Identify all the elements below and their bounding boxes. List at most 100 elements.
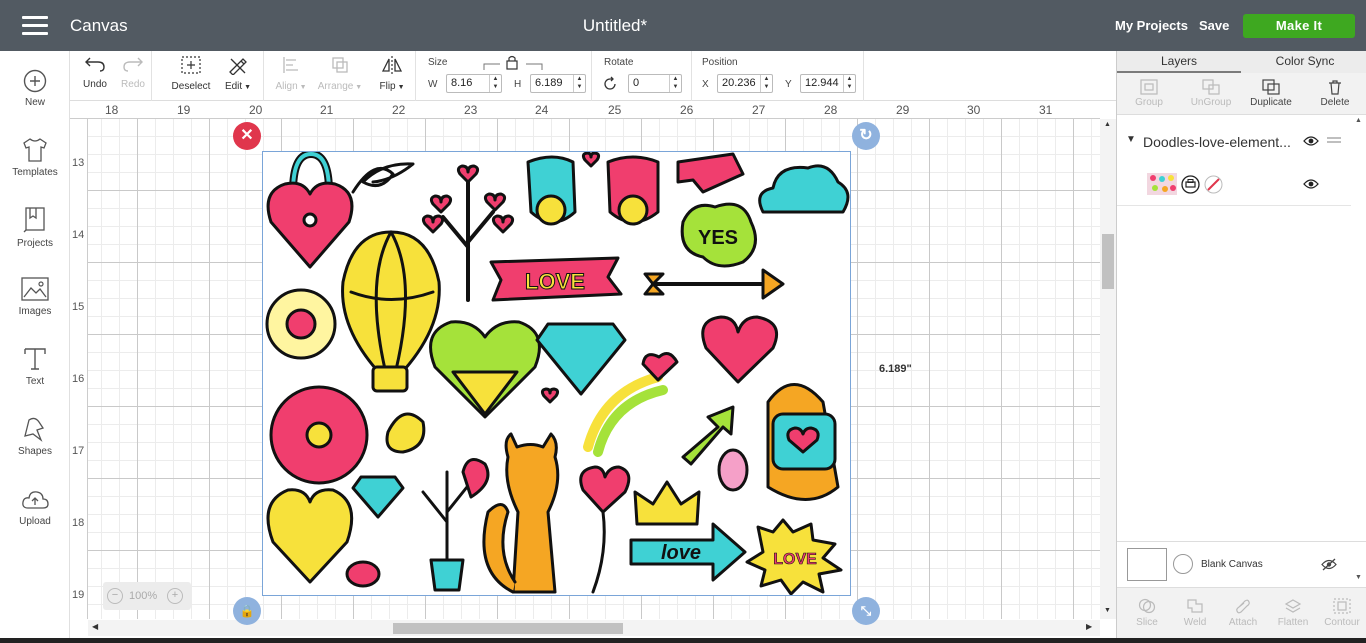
tab-layers[interactable]: Layers bbox=[1117, 51, 1241, 73]
edit-tools-icon bbox=[229, 58, 247, 75]
x-position-stepper[interactable]: ▲ ▼ bbox=[760, 75, 772, 92]
rotate-caption: Rotate bbox=[604, 57, 634, 68]
y-position-stepper[interactable]: ▲ ▼ bbox=[843, 75, 855, 92]
ruler-top: 18 19 20 21 22 23 24 25 26 27 28 29 30 3… bbox=[70, 101, 1100, 119]
sidebar-label-new: New bbox=[24, 97, 45, 108]
selected-doodle-image[interactable]: LOVE YES love LOVE bbox=[262, 150, 851, 596]
tshirt-icon bbox=[23, 138, 47, 162]
sidebar-item-shapes[interactable]: Shapes bbox=[0, 416, 70, 457]
weld-label: Weld bbox=[1183, 617, 1207, 628]
duplicate-icon bbox=[1262, 79, 1280, 95]
rotate-handle-icon[interactable]: ↻ bbox=[852, 122, 880, 150]
zoom-in-button[interactable]: + bbox=[167, 588, 183, 604]
deselect-button[interactable]: Deselect bbox=[170, 55, 212, 92]
flip-button[interactable]: Flip ▼ bbox=[374, 55, 410, 92]
layer-group-row[interactable]: ▼ Doodles-love-element... bbox=[1117, 123, 1366, 161]
scroll-down-arrow-icon[interactable]: ▼ bbox=[1104, 607, 1111, 614]
layers-panel: Layers Color Sync Group UnGroup Duplicat… bbox=[1116, 51, 1366, 643]
sidebar-item-images[interactable]: Images bbox=[0, 276, 70, 317]
panel-scroll-up-icon[interactable]: ▲ bbox=[1355, 117, 1362, 124]
sidebar-item-new[interactable]: New bbox=[0, 69, 70, 108]
position-caption: Position bbox=[702, 57, 738, 68]
drag-handle-icon[interactable] bbox=[1327, 136, 1341, 144]
zoom-level: 100% bbox=[129, 590, 158, 602]
canvas-color-picker[interactable] bbox=[1173, 554, 1193, 574]
collapse-caret-icon[interactable]: ▼ bbox=[1126, 134, 1136, 145]
y-position-input[interactable]: 12.944 ▲ ▼ bbox=[800, 74, 856, 93]
scroll-up-arrow-icon[interactable]: ▲ bbox=[1104, 121, 1111, 128]
height-input[interactable]: 6.189 ▲ ▼ bbox=[530, 74, 586, 93]
tab-color-sync[interactable]: Color Sync bbox=[1243, 51, 1366, 73]
sidebar-label-projects: Projects bbox=[16, 238, 54, 249]
scroll-left-arrow-icon[interactable]: ◀ bbox=[92, 622, 98, 631]
lock-handle-icon[interactable]: 🔒 bbox=[233, 597, 261, 625]
contour-button[interactable]: Contour bbox=[1321, 598, 1363, 628]
resize-handle-icon[interactable]: ⤡ bbox=[852, 597, 880, 625]
lock-aspect-icon[interactable] bbox=[482, 55, 544, 71]
rotate-input[interactable]: 0 ▲ ▼ bbox=[628, 74, 682, 93]
ruler-top-label: 25 bbox=[608, 103, 622, 117]
left-sidebar: New Templates Projects Images Text Shape… bbox=[0, 51, 70, 643]
panel-scrollbar[interactable]: ▲ ▼ bbox=[1351, 115, 1366, 587]
horizontal-scroll-thumb[interactable] bbox=[393, 623, 623, 634]
rotate-stepper[interactable]: ▲ ▼ bbox=[669, 75, 681, 92]
zoom-out-button[interactable]: − bbox=[107, 588, 123, 604]
ruler-left-label: 18 bbox=[72, 517, 85, 529]
duplicate-button[interactable]: Duplicate bbox=[1249, 79, 1293, 108]
eye-icon[interactable] bbox=[1303, 178, 1319, 190]
vertical-scroll-thumb[interactable] bbox=[1102, 234, 1114, 289]
rotate-value: 0 bbox=[633, 77, 640, 89]
sidebar-item-projects[interactable]: Projects bbox=[0, 206, 70, 249]
redo-button[interactable]: Redo bbox=[118, 55, 148, 90]
ruler-left-label: 16 bbox=[72, 373, 85, 385]
eye-icon[interactable] bbox=[1303, 135, 1319, 147]
group-label: Group bbox=[1135, 97, 1163, 108]
delete-handle-icon[interactable]: ✕ bbox=[233, 122, 261, 150]
align-button[interactable]: Align ▼ bbox=[272, 55, 310, 92]
panel-tabs: Layers Color Sync bbox=[1117, 51, 1366, 73]
group-button[interactable]: Group bbox=[1129, 79, 1169, 108]
my-projects-link[interactable]: My Projects bbox=[1115, 18, 1188, 33]
selection-group: Deselect Edit ▼ bbox=[152, 51, 264, 101]
flip-label: Flip bbox=[379, 81, 396, 92]
zoom-control: − 100% + bbox=[103, 582, 191, 610]
undo-button[interactable]: Undo bbox=[80, 55, 110, 90]
arrange-label: Arrange bbox=[317, 81, 354, 92]
size-caption: Size bbox=[428, 57, 448, 68]
slice-button[interactable]: Slice bbox=[1129, 598, 1165, 628]
width-input[interactable]: 8.16 ▲ ▼ bbox=[446, 74, 502, 93]
sidebar-label-upload: Upload bbox=[19, 516, 51, 527]
canvas-vertical-scrollbar[interactable]: ▲ ▼ bbox=[1100, 119, 1116, 619]
ungroup-button[interactable]: UnGroup bbox=[1187, 79, 1235, 108]
x-position-input[interactable]: 20.236 ▲ ▼ bbox=[717, 74, 773, 93]
canvas-color-swatch[interactable] bbox=[1127, 548, 1167, 581]
width-stepper[interactable]: ▲ ▼ bbox=[489, 75, 501, 92]
scroll-right-arrow-icon[interactable]: ▶ bbox=[1086, 622, 1092, 631]
sidebar-item-templates[interactable]: Templates bbox=[0, 137, 70, 178]
no-fill-swatch-icon[interactable] bbox=[1204, 175, 1223, 194]
plus-circle-icon bbox=[23, 69, 47, 93]
ruler-left-label: 13 bbox=[72, 157, 85, 169]
flip-icon bbox=[381, 56, 403, 74]
eye-hidden-icon[interactable] bbox=[1321, 558, 1337, 571]
arrange-button[interactable]: Arrange ▼ bbox=[316, 55, 364, 92]
sidebar-item-text[interactable]: Text bbox=[0, 346, 70, 387]
document-title: Untitled* bbox=[582, 16, 648, 35]
attach-button[interactable]: Attach bbox=[1225, 598, 1261, 628]
edit-button[interactable]: Edit ▼ bbox=[222, 55, 254, 92]
ruler-top-label: 19 bbox=[177, 103, 191, 117]
flatten-button[interactable]: Flatten bbox=[1273, 598, 1313, 628]
height-stepper[interactable]: ▲ ▼ bbox=[573, 75, 585, 92]
weld-button[interactable]: Weld bbox=[1177, 598, 1213, 628]
yes-text: YES bbox=[698, 227, 738, 249]
ruler-top-label: 27 bbox=[752, 103, 766, 117]
make-it-button[interactable]: Make It bbox=[1243, 14, 1355, 38]
layer-item-image[interactable] bbox=[1117, 161, 1366, 206]
shapes-icon bbox=[24, 417, 45, 442]
top-bar: Canvas Untitled* My Projects Save Make I… bbox=[0, 0, 1366, 51]
delete-button[interactable]: Delete bbox=[1313, 79, 1357, 108]
print-then-cut-icon[interactable] bbox=[1181, 175, 1200, 194]
contour-label: Contour bbox=[1324, 617, 1360, 628]
sidebar-item-upload[interactable]: Upload bbox=[0, 488, 70, 527]
save-link[interactable]: Save bbox=[1199, 18, 1229, 33]
